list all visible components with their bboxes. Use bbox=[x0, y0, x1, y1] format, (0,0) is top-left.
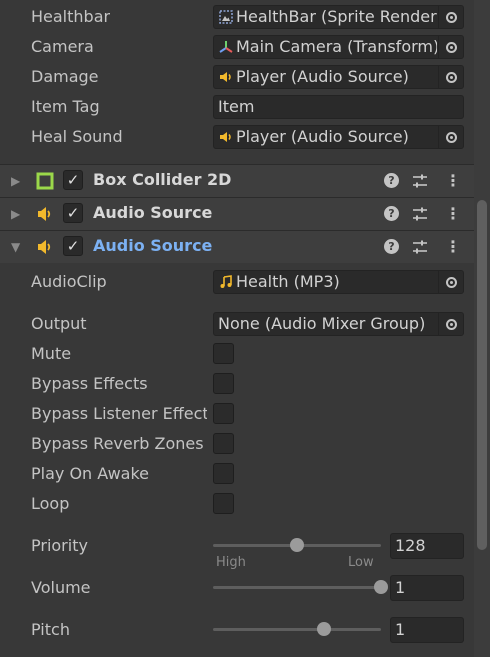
damage-value: Player (Audio Source) bbox=[236, 67, 409, 86]
priority-label: Priority bbox=[31, 536, 88, 555]
enable-checkbox[interactable]: ✓ bbox=[63, 170, 83, 190]
object-picker-button[interactable] bbox=[438, 36, 463, 58]
help-icon[interactable]: ? bbox=[384, 206, 399, 221]
target-icon bbox=[445, 131, 457, 143]
audio-source-icon bbox=[220, 132, 231, 142]
collapse-arrow-icon[interactable]: ▼ bbox=[11, 240, 20, 254]
target-icon bbox=[445, 276, 457, 288]
priority-slider-handle[interactable] bbox=[290, 538, 304, 552]
bypass-reverb-zones-checkbox[interactable] bbox=[213, 433, 234, 454]
audio-clip-icon bbox=[220, 275, 232, 288]
pitch-slider-handle[interactable] bbox=[316, 622, 331, 636]
pitch-input[interactable]: 1 bbox=[390, 617, 464, 643]
loop-label: Loop bbox=[31, 494, 70, 513]
mute-checkbox[interactable] bbox=[213, 343, 234, 364]
volume-slider-track[interactable] bbox=[213, 586, 381, 589]
presets-icon[interactable] bbox=[412, 206, 428, 222]
kebab-menu-icon[interactable]: ⋮ bbox=[445, 171, 461, 191]
object-picker-button[interactable] bbox=[438, 313, 463, 335]
presets-icon[interactable] bbox=[412, 239, 428, 255]
healthbar-label: Healthbar bbox=[31, 7, 111, 26]
play-on-awake-label: Play On Awake bbox=[31, 464, 149, 483]
component-title: Audio Source bbox=[93, 203, 213, 222]
output-field[interactable]: None (Audio Mixer Group) bbox=[213, 312, 464, 336]
help-icon[interactable]: ? bbox=[384, 173, 399, 188]
volume-label: Volume bbox=[31, 578, 91, 597]
item-tag-label: Item Tag bbox=[31, 97, 100, 116]
object-picker-button[interactable] bbox=[438, 6, 463, 28]
loop-checkbox[interactable] bbox=[213, 493, 234, 514]
component-header-audio-source-1[interactable]: ▶ ✓ Audio Source ? ⋮ bbox=[0, 197, 474, 230]
item-tag-value: Item bbox=[218, 97, 255, 116]
item-tag-input[interactable]: Item bbox=[213, 95, 464, 119]
bypass-effects-label: Bypass Effects bbox=[31, 374, 148, 393]
camera-value: Main Camera (Transform) bbox=[236, 37, 437, 56]
help-icon[interactable]: ? bbox=[384, 239, 399, 254]
audioclip-label: AudioClip bbox=[31, 272, 107, 291]
camera-field[interactable]: Main Camera (Transform) bbox=[213, 35, 464, 59]
vertical-scrollbar[interactable] bbox=[474, 0, 490, 657]
camera-label: Camera bbox=[31, 37, 94, 56]
volume-input[interactable]: 1 bbox=[390, 575, 464, 601]
expand-arrow-icon[interactable]: ▶ bbox=[11, 174, 20, 188]
mute-label: Mute bbox=[31, 344, 72, 363]
enable-checkbox[interactable]: ✓ bbox=[63, 236, 83, 256]
priority-low-label: Low bbox=[348, 555, 374, 570]
volume-slider-handle[interactable] bbox=[374, 580, 388, 594]
priority-high-label: High bbox=[216, 555, 246, 570]
target-icon bbox=[445, 318, 457, 330]
healthbar-field[interactable]: HealthBar (Sprite Renderer) bbox=[213, 5, 464, 29]
audio-source-icon bbox=[220, 72, 231, 82]
component-title: Box Collider 2D bbox=[93, 170, 232, 189]
bypass-effects-checkbox[interactable] bbox=[213, 373, 234, 394]
component-header-box-collider[interactable]: ▶ ✓ Box Collider 2D ? ⋮ bbox=[0, 164, 474, 197]
damage-label: Damage bbox=[31, 67, 99, 86]
output-label: Output bbox=[31, 314, 87, 333]
target-icon bbox=[445, 41, 457, 53]
priority-input[interactable]: 128 bbox=[390, 533, 464, 559]
bypass-listener-effects-checkbox[interactable] bbox=[213, 403, 234, 424]
object-picker-button[interactable] bbox=[438, 271, 463, 293]
sprite-renderer-icon bbox=[219, 10, 233, 24]
target-icon bbox=[445, 71, 457, 83]
output-value: None (Audio Mixer Group) bbox=[218, 314, 426, 333]
transform-icon bbox=[219, 41, 233, 53]
box-collider-icon bbox=[36, 172, 54, 190]
component-title: Audio Source bbox=[93, 236, 213, 255]
component-header-audio-source-2[interactable]: ▼ ✓ Audio Source ? ⋮ bbox=[0, 230, 474, 263]
pitch-label: Pitch bbox=[31, 620, 70, 639]
bypass-listener-effects-label: Bypass Listener Effects bbox=[31, 404, 207, 423]
healthbar-value: HealthBar (Sprite Renderer) bbox=[236, 7, 437, 26]
object-picker-button[interactable] bbox=[438, 66, 463, 88]
audio-source-icon bbox=[38, 240, 51, 254]
heal-sound-label: Heal Sound bbox=[31, 127, 123, 146]
audio-source-icon bbox=[38, 207, 51, 221]
object-picker-button[interactable] bbox=[438, 126, 463, 148]
bypass-reverb-zones-label: Bypass Reverb Zones bbox=[31, 434, 204, 453]
damage-field[interactable]: Player (Audio Source) bbox=[213, 65, 464, 89]
play-on-awake-checkbox[interactable] bbox=[213, 463, 234, 484]
audioclip-field[interactable]: Health (MP3) bbox=[213, 270, 464, 294]
heal-sound-field[interactable]: Player (Audio Source) bbox=[213, 125, 464, 149]
kebab-menu-icon[interactable]: ⋮ bbox=[445, 204, 461, 224]
audioclip-value: Health (MP3) bbox=[236, 272, 340, 291]
kebab-menu-icon[interactable]: ⋮ bbox=[445, 237, 461, 257]
expand-arrow-icon[interactable]: ▶ bbox=[11, 207, 20, 221]
heal-sound-value: Player (Audio Source) bbox=[236, 127, 409, 146]
pitch-slider-track[interactable] bbox=[213, 628, 381, 631]
enable-checkbox[interactable]: ✓ bbox=[63, 203, 83, 223]
scrollbar-thumb[interactable] bbox=[477, 200, 487, 550]
presets-icon[interactable] bbox=[412, 173, 428, 189]
target-icon bbox=[445, 11, 457, 23]
